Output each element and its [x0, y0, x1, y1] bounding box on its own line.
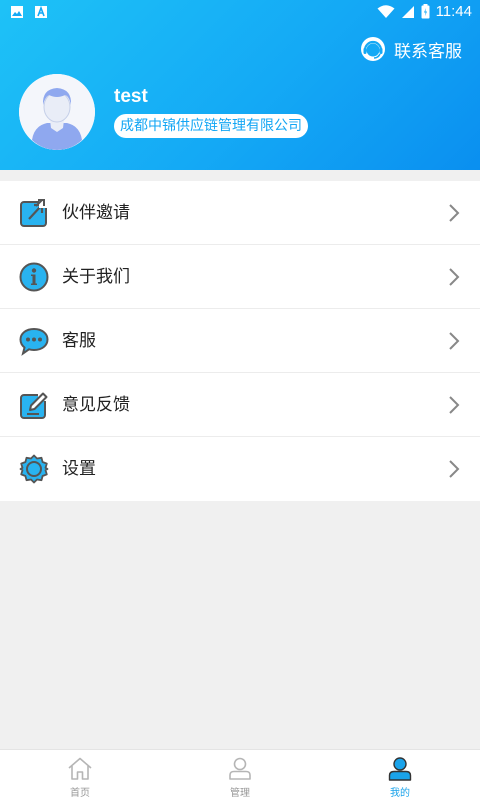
chevron-right-icon: [449, 396, 460, 414]
home-icon: [68, 757, 92, 780]
menu-item-about-us[interactable]: 关于我们: [0, 245, 480, 309]
feedback-icon: [20, 390, 49, 419]
settings-menu: 伙伴邀请 关于我们 客服 意见反馈 设置: [0, 181, 480, 501]
text-notification-icon: [35, 5, 47, 18]
tab-mine[interactable]: 我的: [320, 750, 480, 800]
menu-item-label: 设置: [62, 459, 96, 479]
menu-item-label: 客服: [62, 331, 96, 351]
bottom-tab-bar: 首页 管理 我的: [0, 749, 480, 800]
clock: 11:44: [435, 3, 472, 20]
menu-item-customer-service[interactable]: 客服: [0, 309, 480, 373]
tab-home[interactable]: 首页: [0, 750, 160, 800]
profile-header: 11:44 联系客服 test 成都中锦供应链管理有限公司: [0, 0, 480, 170]
contact-service-button[interactable]: 联系客服: [360, 36, 462, 62]
menu-item-feedback[interactable]: 意见反馈: [0, 373, 480, 437]
user-avatar-icon: [19, 74, 95, 150]
menu-item-settings[interactable]: 设置: [0, 437, 480, 501]
signal-icon: [401, 5, 414, 18]
image-notification-icon: [11, 6, 23, 18]
company-badge: 成都中锦供应链管理有限公司: [114, 114, 308, 138]
tab-manage[interactable]: 管理: [160, 750, 320, 800]
tab-label: 我的: [390, 788, 410, 799]
chevron-right-icon: [449, 332, 460, 350]
share-icon: [20, 199, 48, 227]
manage-icon: [229, 757, 251, 780]
battery-icon: [421, 4, 430, 19]
status-bar: 11:44: [0, 0, 480, 24]
tab-label: 管理: [230, 788, 250, 799]
chat-icon: [19, 327, 49, 356]
gear-icon: [19, 454, 49, 484]
info-icon: [19, 262, 49, 292]
menu-item-label: 伙伴邀请: [62, 203, 130, 223]
menu-item-label: 关于我们: [62, 267, 130, 287]
contact-service-label: 联系客服: [394, 41, 462, 62]
username: test: [114, 86, 148, 107]
chevron-right-icon: [449, 460, 460, 478]
menu-item-label: 意见反馈: [62, 395, 130, 415]
tab-label: 首页: [70, 788, 90, 799]
menu-item-invite-partner[interactable]: 伙伴邀请: [0, 181, 480, 245]
avatar[interactable]: [19, 74, 95, 150]
chevron-right-icon: [449, 204, 460, 222]
headset-icon: [361, 37, 385, 61]
profile-icon: [388, 757, 412, 781]
wifi-icon: [377, 4, 395, 18]
chevron-right-icon: [449, 268, 460, 286]
